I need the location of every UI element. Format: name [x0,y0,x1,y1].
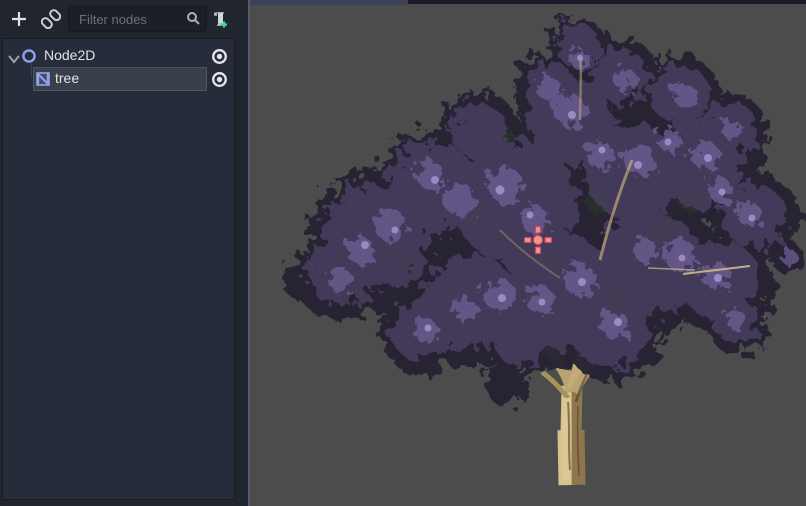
plus-icon [10,10,28,28]
tree-row-tree[interactable]: tree [3,67,234,91]
tree-sprite [250,0,806,506]
scene-dock-toolbar [0,0,250,38]
node-name-label: tree [55,70,79,86]
filter-nodes-field [68,6,207,32]
node-name-label: Node2D [44,47,95,63]
scene-dock: Node2D [0,0,250,506]
scene-tree-panel: Node2D [2,38,235,500]
instance-scene-button[interactable] [37,5,65,33]
godot-editor: Node2D [0,0,806,506]
canvas-viewport[interactable] [250,0,806,506]
filter-nodes-input[interactable] [68,6,207,32]
node2d-icon [21,48,37,69]
sprite-icon [35,71,51,92]
attach-script-button[interactable] [206,5,234,33]
eye-icon [211,76,228,91]
visibility-toggle-tree[interactable] [211,71,228,88]
tree-row-node2d[interactable]: Node2D [3,44,234,68]
eye-icon [211,53,228,68]
chain-link-icon [41,9,61,29]
visibility-toggle-node2d[interactable] [211,48,228,65]
add-node-button[interactable] [5,5,33,33]
attach-script-icon [210,9,230,29]
